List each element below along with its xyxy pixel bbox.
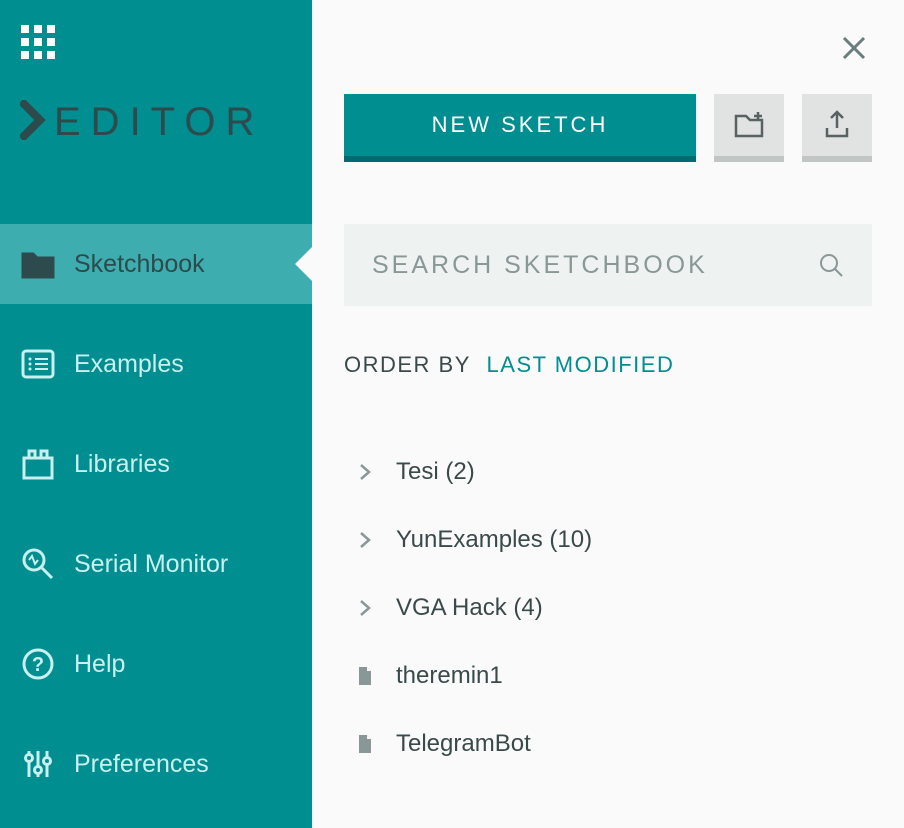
list-item[interactable]: Tesi (2) [344, 438, 872, 506]
search-box [344, 224, 872, 306]
list-item-label: TelegramBot [396, 730, 531, 758]
sidebar-item-libraries[interactable]: Libraries [0, 424, 312, 504]
main-panel: NEW SKETCH ORDER BY [312, 0, 904, 828]
sidebar-item-sketchbook[interactable]: Sketchbook [0, 224, 312, 304]
search-input[interactable] [372, 251, 818, 280]
chevron-right-icon [20, 100, 48, 145]
list-item[interactable]: TelegramBot [344, 710, 872, 778]
upload-button[interactable] [802, 94, 872, 162]
sidebar-item-label: Sketchbook [74, 250, 205, 279]
order-by-value[interactable]: LAST MODIFIED [487, 352, 675, 377]
sidebar-item-serial-monitor[interactable]: Serial Monitor [0, 524, 312, 604]
apps-grid-icon[interactable] [20, 24, 56, 60]
order-by-row: ORDER BY LAST MODIFIED [344, 352, 872, 378]
chevron-right-icon [354, 529, 376, 551]
sidebar-item-examples[interactable]: Examples [0, 324, 312, 404]
list-item-label: VGA Hack (4) [396, 594, 543, 622]
file-icon [354, 665, 376, 687]
sidebar-item-label: Help [74, 650, 125, 679]
libraries-icon [20, 446, 56, 482]
new-sketch-button[interactable]: NEW SKETCH [344, 94, 696, 162]
folder-plus-icon [731, 106, 767, 145]
search-icon [818, 252, 844, 278]
list-item[interactable]: VGA Hack (4) [344, 574, 872, 642]
new-folder-button[interactable] [714, 94, 784, 162]
list-item-label: theremin1 [396, 662, 503, 690]
list-item[interactable]: theremin1 [344, 642, 872, 710]
editor-title-text: EDITOR [54, 100, 264, 145]
chevron-right-icon [354, 597, 376, 619]
list-icon [20, 346, 56, 382]
sidebar-item-preferences[interactable]: Preferences [0, 724, 312, 804]
upload-icon [819, 106, 855, 145]
sidebar-nav: Sketchbook Examples Libraries [0, 224, 312, 824]
help-icon: ? [20, 646, 56, 682]
sliders-icon [20, 746, 56, 782]
list-item[interactable]: YunExamples (10) [344, 506, 872, 574]
sidebar-item-label: Preferences [74, 750, 209, 779]
editor-title: EDITOR [20, 100, 264, 145]
magnifier-signal-icon [20, 546, 56, 582]
file-icon [354, 733, 376, 755]
sidebar-item-help[interactable]: ? Help [0, 624, 312, 704]
chevron-right-icon [354, 461, 376, 483]
sidebar-item-label: Examples [74, 350, 184, 379]
sketchbook-list: Tesi (2) YunExamples (10) VGA Hack (4) t… [344, 438, 872, 778]
sidebar-item-label: Libraries [74, 450, 170, 479]
list-item-label: Tesi (2) [396, 458, 475, 486]
list-item-label: YunExamples (10) [396, 526, 592, 554]
sidebar-item-label: Serial Monitor [74, 550, 228, 579]
close-button[interactable] [840, 34, 868, 62]
folder-icon [20, 246, 56, 282]
action-bar: NEW SKETCH [344, 94, 872, 162]
sidebar: EDITOR Sketchbook Examples [0, 0, 312, 828]
svg-text:?: ? [32, 654, 44, 676]
order-by-label: ORDER BY [344, 352, 471, 377]
